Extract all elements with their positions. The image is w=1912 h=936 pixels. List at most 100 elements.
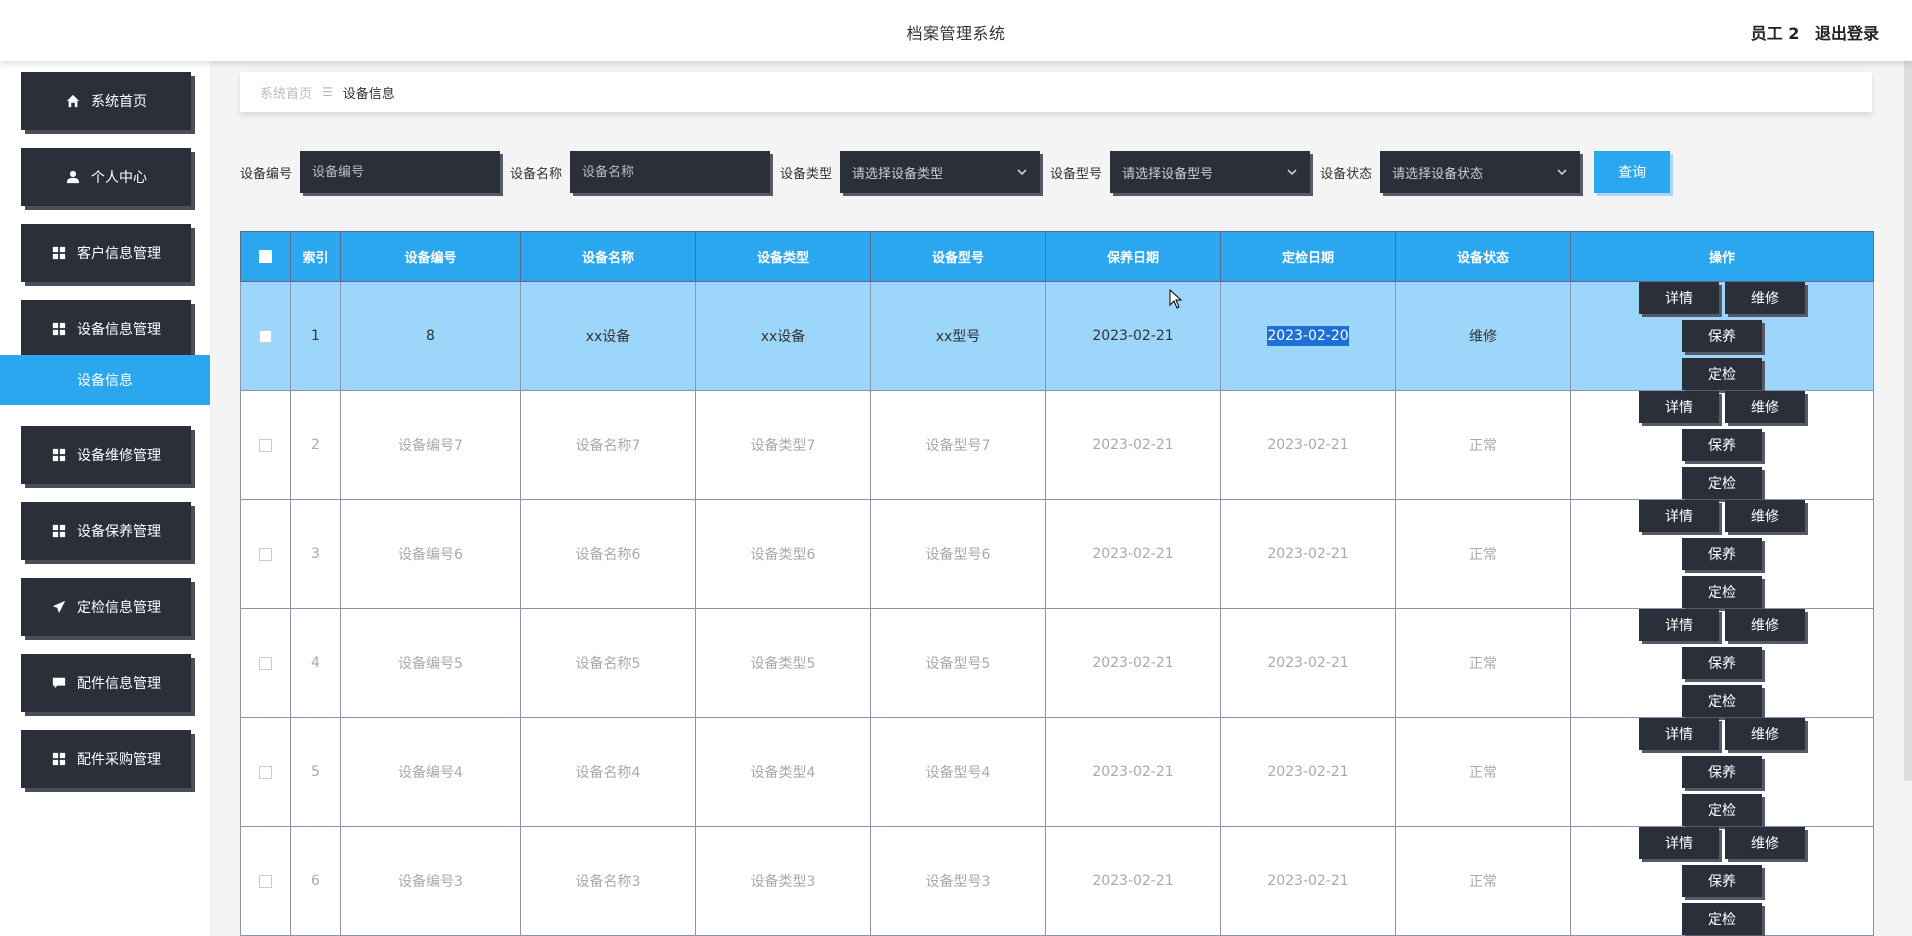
device-status-select[interactable]: 请选择设备状态 <box>1380 151 1581 193</box>
sidebar-subitem-device-info[interactable]: 设备信息 <box>0 355 210 405</box>
device-model-select[interactable]: 请选择设备型号 <box>1110 151 1311 193</box>
repair-button[interactable]: 维修 <box>1725 282 1805 314</box>
repair-button[interactable]: 维修 <box>1725 500 1805 532</box>
sidebar-item-label: 系统首页 <box>91 94 147 110</box>
cell-inspect_date: 2023-02-20 <box>1220 281 1396 391</box>
cell-model: 设备型号3 <box>870 826 1046 936</box>
cell-actions: 详情 维修保养定检 <box>1570 717 1874 827</box>
detail-button[interactable]: 详情 <box>1639 609 1719 641</box>
sidebar-item-repair[interactable]: 设备维修管理 <box>21 426 191 484</box>
cell-inspect_date: 2023-02-21 <box>1220 826 1396 936</box>
column-header: 设备类型 <box>695 231 871 282</box>
table-row[interactable]: 2 设备编号7 设备名称7 设备类型7 设备型号7 2023-02-21 2023-02-2… <box>240 390 1874 500</box>
device-code-input[interactable] <box>312 164 489 180</box>
table-row[interactable]: 5 设备编号4 设备名称4 设备类型4 设备型号4 2023-02-21 2023-02-2… <box>240 717 1874 827</box>
grid-icon <box>51 751 67 767</box>
sidebar-item-inspection[interactable]: 定检信息管理 <box>21 578 191 636</box>
cell-type: 设备类型5 <box>695 608 871 718</box>
row-checkbox[interactable] <box>259 329 272 343</box>
row-checkbox[interactable] <box>259 874 272 888</box>
sidebar-item-parts[interactable]: 配件信息管理 <box>21 654 191 712</box>
repair-button[interactable]: 维修 <box>1725 391 1805 423</box>
table-row[interactable]: 1 8 xx设备 xx设备 xx型号 2023-02-21 2023-02-20 维修 详情 维修… <box>240 281 1874 391</box>
sidebar-item-label: 设备信息管理 <box>77 322 161 338</box>
row-checkbox[interactable] <box>259 656 272 670</box>
select-all-checkbox[interactable] <box>259 250 272 263</box>
cell-inspect_date: 2023-02-21 <box>1220 717 1396 827</box>
table-row[interactable]: 6 设备编号3 设备名称3 设备类型3 设备型号3 2023-02-21 2023-02-2… <box>240 826 1874 936</box>
cell-index: 3 <box>290 499 341 609</box>
search-label-status: 设备状态 <box>1320 166 1373 182</box>
cell-type: 设备类型4 <box>695 717 871 827</box>
maintain-button[interactable]: 保养 <box>1682 320 1762 352</box>
cell-actions: 详情 维修保养定检 <box>1570 390 1874 500</box>
detail-button[interactable]: 详情 <box>1639 282 1719 314</box>
maintain-button[interactable]: 保养 <box>1682 865 1762 897</box>
sidebar-item-devices[interactable]: 设备信息管理 <box>21 300 191 358</box>
cell-name: 设备名称7 <box>520 390 696 500</box>
row-select-cell <box>240 390 291 500</box>
cell-index: 5 <box>290 717 341 827</box>
cell-index: 4 <box>290 608 341 718</box>
row-select-cell <box>240 499 291 609</box>
maintain-button[interactable]: 保养 <box>1682 756 1762 788</box>
cell-actions: 详情 维修保养定检 <box>1570 499 1874 609</box>
column-header: 保养日期 <box>1045 231 1221 282</box>
sidebar-item-label: 定检信息管理 <box>77 600 161 616</box>
detail-button[interactable]: 详情 <box>1639 500 1719 532</box>
page-scrollbar[interactable] <box>1904 61 1912 781</box>
detail-button[interactable]: 详情 <box>1639 827 1719 859</box>
query-button[interactable]: 查询 <box>1594 151 1671 193</box>
inspect-button[interactable]: 定检 <box>1682 794 1762 826</box>
search-label-type: 设备类型 <box>780 166 833 182</box>
sidebar-item-maintenance[interactable]: 设备保养管理 <box>21 502 191 560</box>
inspect-button[interactable]: 定检 <box>1682 685 1762 717</box>
inspect-button[interactable]: 定检 <box>1682 903 1762 935</box>
chevron-down-icon <box>1286 166 1298 178</box>
cell-maint_date: 2023-02-21 <box>1045 499 1221 609</box>
sidebar-item-label: 设备维修管理 <box>77 448 161 464</box>
inspect-button[interactable]: 定检 <box>1682 358 1762 390</box>
cell-code: 设备编号4 <box>340 717 521 827</box>
sidebar-item-purchase[interactable]: 配件采购管理 <box>21 730 191 788</box>
repair-button[interactable]: 维修 <box>1725 718 1805 750</box>
table-row[interactable]: 3 设备编号6 设备名称6 设备类型6 设备型号6 2023-02-21 2023-02-2… <box>240 499 1874 609</box>
search-label-name: 设备名称 <box>510 166 563 182</box>
breadcrumb-home[interactable]: 系统首页 <box>260 83 312 102</box>
sidebar-item-home[interactable]: 系统首页 <box>21 72 191 130</box>
cell-maint_date: 2023-02-21 <box>1045 826 1221 936</box>
search-label-code: 设备编号 <box>240 166 293 182</box>
sidebar-item-customers[interactable]: 客户信息管理 <box>21 224 191 282</box>
sidebar: 系统首页 个人中心 客户信息管理 设备信息管理 设备信息 设备维修管理 设备保养… <box>0 61 210 936</box>
cell-code: 8 <box>340 281 521 391</box>
maintain-button[interactable]: 保养 <box>1682 647 1762 679</box>
sidebar-item-profile[interactable]: 个人中心 <box>21 148 191 206</box>
row-checkbox[interactable] <box>259 765 272 779</box>
cell-status: 正常 <box>1395 608 1571 718</box>
app-title: 档案管理系统 <box>906 24 1006 43</box>
device-name-input[interactable] <box>582 164 759 180</box>
row-checkbox[interactable] <box>259 438 272 452</box>
logout-link[interactable]: 退出登录 <box>1815 24 1879 43</box>
search-bar: 设备编号 设备名称 设备类型 请选择设备类型 设备型号 请选择设备型号 设备状态… <box>240 150 1671 194</box>
detail-button[interactable]: 详情 <box>1639 718 1719 750</box>
device-model-placeholder: 请选择设备型号 <box>1122 166 1214 182</box>
detail-button[interactable]: 详情 <box>1639 391 1719 423</box>
inspect-button[interactable]: 定检 <box>1682 576 1762 608</box>
device-name-input-box <box>570 151 771 193</box>
user-name: 员工 2 <box>1750 24 1800 43</box>
inspect-button[interactable]: 定检 <box>1682 467 1762 499</box>
row-checkbox[interactable] <box>259 547 272 561</box>
cell-name: 设备名称5 <box>520 608 696 718</box>
cell-name: xx设备 <box>520 281 696 391</box>
cell-index: 6 <box>290 826 341 936</box>
maintain-button[interactable]: 保养 <box>1682 429 1762 461</box>
cell-type: xx设备 <box>695 281 871 391</box>
repair-button[interactable]: 维修 <box>1725 609 1805 641</box>
device-type-select[interactable]: 请选择设备类型 <box>840 151 1041 193</box>
sidebar-item-label: 配件信息管理 <box>77 676 161 692</box>
repair-button[interactable]: 维修 <box>1725 827 1805 859</box>
row-select-cell <box>240 281 291 391</box>
maintain-button[interactable]: 保养 <box>1682 538 1762 570</box>
table-row[interactable]: 4 设备编号5 设备名称5 设备类型5 设备型号5 2023-02-21 2023-02-2… <box>240 608 1874 718</box>
